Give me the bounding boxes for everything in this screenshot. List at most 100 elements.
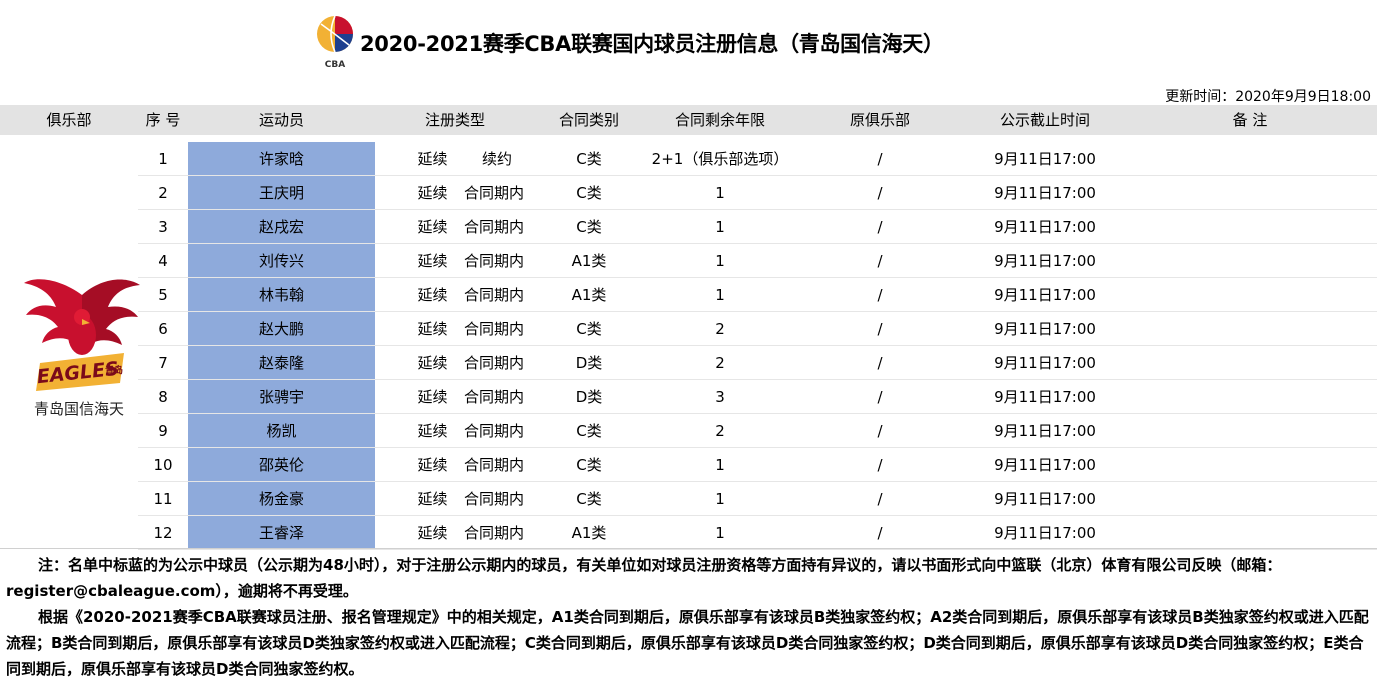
divider <box>0 548 1377 549</box>
cell-contract: C类 <box>576 422 602 440</box>
cell-note <box>1180 380 1320 414</box>
cell-player: 杨金豪 <box>188 482 375 516</box>
cell-no: 10 <box>153 456 173 474</box>
cell-reg-sub: 合同期内 <box>463 320 524 338</box>
cell-player: 王睿泽 <box>188 516 375 550</box>
cell-contract: D类 <box>575 354 603 372</box>
table-row: 8 张骋宇 延续 合同期内 D类 3/9月11日17:00 <box>0 380 1377 414</box>
cell-no: 4 <box>158 252 168 270</box>
col-contract: 合同类别 <box>558 111 619 129</box>
cell-years: 1 <box>715 184 725 202</box>
cell-years: 3 <box>715 388 725 406</box>
cell-prev-club: / <box>877 524 883 542</box>
footnotes: 注：名单中标蓝的为公示中球员（公示期为48小时），对于注册公示期内的球员，有关单… <box>6 552 1371 682</box>
cell-note <box>1180 482 1320 516</box>
cell-deadline: 9月11日17:00 <box>994 456 1096 474</box>
cell-note <box>1180 142 1320 176</box>
cell-prev-club: / <box>877 286 883 304</box>
col-reg-type: 注册类型 <box>424 111 485 129</box>
cell-no: 2 <box>158 184 168 202</box>
cell-years: 1 <box>715 252 725 270</box>
table-row: 2 王庆明 延续 合同期内 C类 1/9月11日17:00 <box>0 176 1377 210</box>
table-header: 俱乐部 序 号 运动员 注册类型 合同类别 合同剩余年限 原俱乐部 公示截止时间… <box>0 105 1377 135</box>
page-header: CBA 2020-2021赛季CBA联赛国内球员注册信息（青岛国信海天） <box>0 0 1377 80</box>
cell-contract: C类 <box>576 150 602 168</box>
cell-prev-club: / <box>877 218 883 236</box>
cell-prev-club: / <box>877 388 883 406</box>
col-no: 序 号 <box>145 111 181 129</box>
cell-years: 2 <box>715 320 725 338</box>
cell-player: 许家晗 <box>188 142 375 176</box>
cell-note <box>1180 210 1320 244</box>
cell-no: 12 <box>153 524 173 542</box>
cell-no: 8 <box>158 388 168 406</box>
col-club: 俱乐部 <box>46 111 92 129</box>
cell-contract: C类 <box>576 320 602 338</box>
cell-contract: C类 <box>576 218 602 236</box>
col-deadline: 公示截止时间 <box>999 111 1090 129</box>
cell-player: 张骋宇 <box>188 380 375 414</box>
cell-reg-sub: 合同期内 <box>463 218 524 236</box>
cell-deadline: 9月11日17:00 <box>994 252 1096 270</box>
cell-player: 刘传兴 <box>188 244 375 278</box>
table-row: 10 邵英伦 延续 合同期内 C类 1/9月11日17:00 <box>0 448 1377 482</box>
cell-player: 赵大鹏 <box>188 312 375 346</box>
cell-prev-club: / <box>877 422 883 440</box>
cell-no: 11 <box>153 490 173 508</box>
cell-contract: C类 <box>576 184 602 202</box>
cell-prev-club: / <box>877 150 883 168</box>
cell-player: 王庆明 <box>188 176 375 210</box>
cell-reg-sub: 合同期内 <box>463 524 524 542</box>
row-separator <box>138 549 1377 550</box>
cell-no: 3 <box>158 218 168 236</box>
col-years: 合同剩余年限 <box>674 111 765 129</box>
cell-player: 赵泰隆 <box>188 346 375 380</box>
cell-reg-sub: 合同期内 <box>463 490 524 508</box>
table-row: 3 赵戌宏 延续 合同期内 C类 1/9月11日17:00 <box>0 210 1377 244</box>
cell-reg-sub: 续约 <box>481 150 512 168</box>
cell-no: 1 <box>158 150 168 168</box>
cba-logo-text: CBA <box>325 60 345 70</box>
cell-prev-club: / <box>877 252 883 270</box>
cell-years: 1 <box>715 524 725 542</box>
table-row: 6 赵大鹏 延续 合同期内 C类 2/9月11日17:00 <box>0 312 1377 346</box>
cell-prev-club: / <box>877 184 883 202</box>
cell-deadline: 9月11日17:00 <box>994 320 1096 338</box>
cell-contract: D类 <box>575 388 603 406</box>
cell-deadline: 9月11日17:00 <box>994 286 1096 304</box>
cba-logo-icon: CBA <box>317 15 353 70</box>
cell-years: 2 <box>715 354 725 372</box>
cell-prev-club: / <box>877 354 883 372</box>
page-title: 2020-2021赛季CBA联赛国内球员注册信息（青岛国信海天） <box>360 32 944 56</box>
table-row: 5 林韦翰 延续 合同期内 A1类 1/9月11日17:00 <box>0 278 1377 312</box>
cell-deadline: 9月11日17:00 <box>994 490 1096 508</box>
cell-no: 5 <box>158 286 168 304</box>
cell-years: 1 <box>715 456 725 474</box>
table-row: 9 杨凯 延续 合同期内 C类 2/9月11日17:00 <box>0 414 1377 448</box>
cell-deadline: 9月11日17:00 <box>994 184 1096 202</box>
cell-deadline: 9月11日17:00 <box>994 354 1096 372</box>
cell-contract: A1类 <box>571 524 607 542</box>
table-row: 12 王睿泽 延续 合同期内 A1类 1/9月11日17:00 <box>0 516 1377 550</box>
cell-reg-type: 延续 <box>417 150 448 168</box>
cell-prev-club: / <box>877 320 883 338</box>
cell-note <box>1180 312 1320 346</box>
cell-deadline: 9月11日17:00 <box>994 524 1096 542</box>
cell-years: 1 <box>715 286 725 304</box>
col-note: 备 注 <box>1232 111 1268 129</box>
cell-contract: A1类 <box>571 286 607 304</box>
cell-note <box>1180 516 1320 550</box>
cell-reg-sub: 合同期内 <box>463 354 524 372</box>
cell-reg-sub: 合同期内 <box>463 456 524 474</box>
cell-note <box>1180 176 1320 210</box>
table-row: 4 刘传兴 延续 合同期内 A1类 1/9月11日17:00 <box>0 244 1377 278</box>
col-prev-club: 原俱乐部 <box>849 111 910 129</box>
cell-deadline: 9月11日17:00 <box>994 422 1096 440</box>
cell-years: 2 <box>715 422 725 440</box>
cell-no: 9 <box>158 422 168 440</box>
cell-contract: C类 <box>576 490 602 508</box>
cell-reg-sub: 合同期内 <box>463 388 524 406</box>
cell-deadline: 9月11日17:00 <box>994 388 1096 406</box>
col-player: 运动员 <box>258 111 304 129</box>
cell-note <box>1180 244 1320 278</box>
